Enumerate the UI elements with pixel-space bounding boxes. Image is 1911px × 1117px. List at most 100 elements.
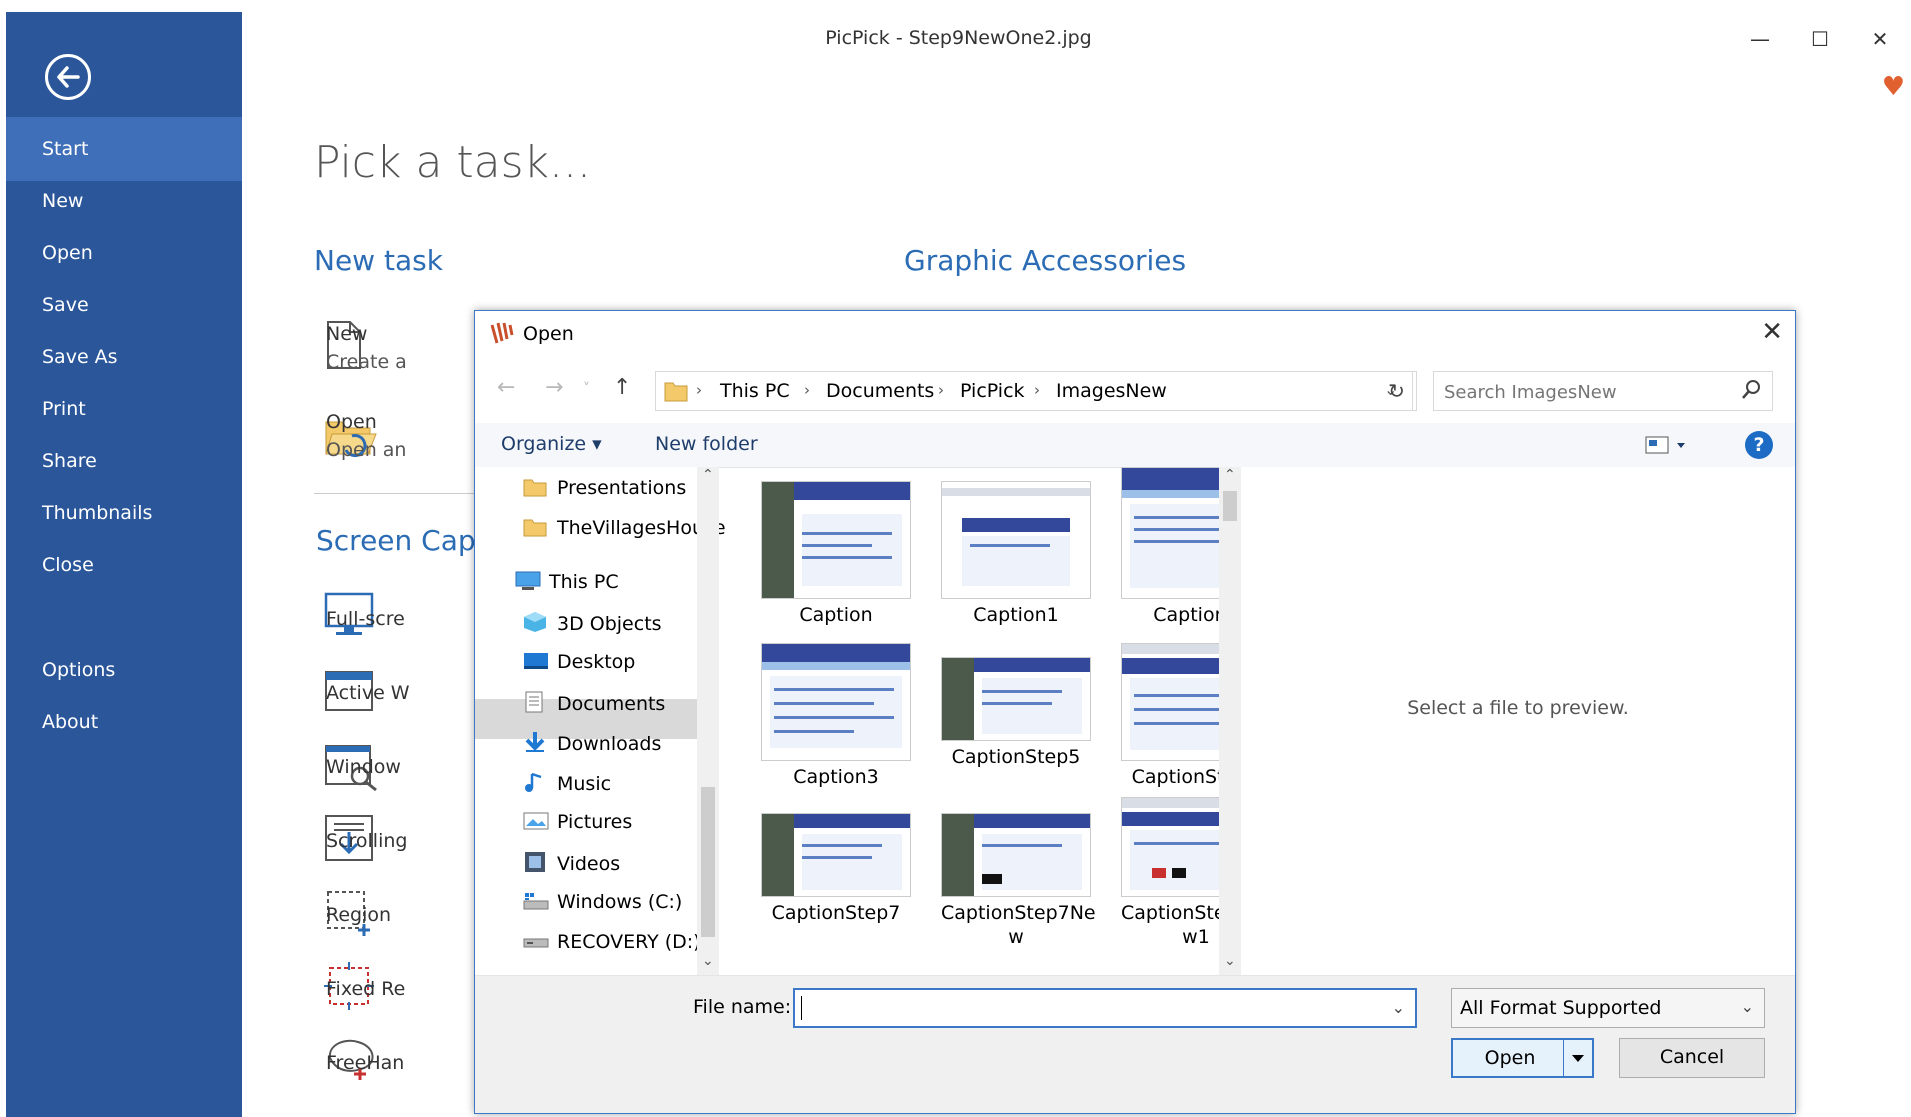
task-freehand[interactable]: FreeHan xyxy=(326,1052,404,1074)
file-thumbnail xyxy=(761,643,911,761)
file-label: Caption3 xyxy=(793,766,879,788)
file-thumbnail xyxy=(761,813,911,897)
breadcrumb-this-pc[interactable]: This PC xyxy=(720,380,790,402)
scroll-down-icon[interactable]: ⌄ xyxy=(702,953,714,969)
tree-item-windows-c[interactable]: Windows (C:) xyxy=(523,891,682,913)
tree-item-recovery-d[interactable]: RECOVERY (D:) xyxy=(523,931,701,953)
drive-icon xyxy=(523,891,549,911)
file-item[interactable]: Caption xyxy=(761,481,911,627)
breadcrumb-separator: › xyxy=(1034,381,1040,399)
divider xyxy=(314,493,484,494)
videos-icon xyxy=(523,851,547,872)
pictures-icon xyxy=(523,811,549,831)
task-window-control[interactable]: Window xyxy=(326,756,401,778)
chevron-down-icon[interactable]: ⌄ xyxy=(1392,998,1405,1017)
file-item[interactable]: Caption1 xyxy=(941,481,1091,627)
file-label: CaptionStep5 xyxy=(951,746,1081,768)
tree-item-3d-objects[interactable]: 3D Objects xyxy=(523,611,662,635)
file-thumbnail xyxy=(941,813,1091,897)
minimize-button[interactable]: — xyxy=(1740,24,1780,54)
search-input[interactable] xyxy=(1442,378,1726,406)
dialog-close-button[interactable]: ✕ xyxy=(1761,317,1783,347)
recent-locations-button[interactable]: ˅ xyxy=(583,381,590,397)
file-type-select[interactable]: All Format Supported ⌄ xyxy=(1451,988,1765,1028)
tree-item-desktop[interactable]: Desktop xyxy=(523,651,635,673)
task-full-screen[interactable]: Full-scre xyxy=(326,608,405,630)
open-button[interactable]: Open xyxy=(1451,1038,1594,1078)
file-item[interactable]: CaptionStep7Ne w xyxy=(941,813,1096,949)
open-button-label: Open xyxy=(1484,1047,1536,1069)
sidebar-item-about[interactable]: About xyxy=(6,690,242,754)
file-scroll-thumb[interactable] xyxy=(1223,491,1237,521)
task-scrolling[interactable]: Scrolling xyxy=(326,830,407,852)
scroll-down-icon[interactable]: ⌄ xyxy=(1224,953,1236,969)
heart-icon[interactable]: ♥ xyxy=(1882,72,1905,102)
search-icon[interactable] xyxy=(1740,378,1762,402)
file-name-field[interactable]: ⌄ xyxy=(793,988,1417,1028)
download-icon xyxy=(523,731,547,752)
tree-item-pictures[interactable]: Pictures xyxy=(523,811,632,833)
forward-nav-button[interactable]: → xyxy=(545,375,563,400)
tree-item-presentations[interactable]: Presentations xyxy=(523,477,686,499)
refresh-button[interactable]: ↻ xyxy=(1377,371,1417,411)
task-active-window[interactable]: Active W xyxy=(326,682,410,704)
address-bar[interactable]: › This PC › Documents › PicPick › Images… xyxy=(655,371,1413,411)
tree-item-videos[interactable]: Videos xyxy=(523,851,620,875)
sidebar-item-close[interactable]: Close xyxy=(6,533,242,597)
picpick-logo-icon xyxy=(490,322,514,344)
task-fixed-region[interactable]: Fixed Re xyxy=(326,978,405,1000)
change-view-icon[interactable] xyxy=(1645,435,1691,455)
task-open[interactable]: Open Open an xyxy=(326,408,406,464)
drive-icon xyxy=(523,931,549,951)
tree-item-downloads[interactable]: Downloads xyxy=(523,731,661,755)
tree-item-music[interactable]: Music xyxy=(523,771,611,795)
file-item[interactable]: CaptionStep7 xyxy=(761,813,911,925)
task-open-subtitle: Open an xyxy=(326,439,407,461)
tree-item-thevillageshouse[interactable]: TheVillagesHouse xyxy=(523,517,726,539)
file-item[interactable]: CaptionStep5 xyxy=(941,657,1091,769)
open-split-arrow[interactable] xyxy=(1563,1040,1592,1076)
dialog-title: Open xyxy=(523,323,574,345)
cube-icon xyxy=(523,611,547,632)
tree-item-documents[interactable]: Documents xyxy=(523,691,665,715)
breadcrumb-imagesnew[interactable]: ImagesNew xyxy=(1056,380,1167,402)
scroll-up-icon[interactable]: ⌃ xyxy=(702,467,714,483)
close-button[interactable]: ✕ xyxy=(1860,24,1900,54)
dialog-footer: File name: ⌄ All Format Supported ⌄ Open… xyxy=(475,975,1795,1113)
breadcrumb-picpick[interactable]: PicPick xyxy=(960,380,1025,402)
tree-item-this-pc[interactable]: This PC xyxy=(515,571,619,593)
cancel-button[interactable]: Cancel xyxy=(1619,1038,1765,1078)
task-region[interactable]: Region xyxy=(326,904,391,926)
new-folder-button[interactable]: New folder xyxy=(655,433,758,455)
page-title: Pick a task... xyxy=(314,137,591,188)
window-title: PicPick - Step9NewOne2.jpg xyxy=(825,27,1092,49)
scroll-up-icon[interactable]: ⌃ xyxy=(1224,467,1236,483)
help-button[interactable]: ? xyxy=(1745,431,1773,459)
up-folder-button[interactable]: ↑ xyxy=(613,375,631,400)
arrow-left-icon xyxy=(57,66,80,88)
file-item[interactable]: Caption3 xyxy=(761,643,911,789)
chevron-down-icon[interactable]: ⌄ xyxy=(1741,997,1754,1016)
tree-scrollbar[interactable]: ⌃ ⌄ xyxy=(697,467,719,975)
back-button[interactable] xyxy=(45,54,91,100)
preview-text: Select a file to preview. xyxy=(1407,697,1629,719)
desktop-icon xyxy=(523,651,548,671)
navigation-pane: Presentations TheVillagesHouse This PC 3… xyxy=(475,467,726,975)
file-name-input[interactable] xyxy=(801,996,1365,1022)
search-box[interactable] xyxy=(1433,371,1773,411)
file-type-value: All Format Supported xyxy=(1460,997,1662,1019)
maximize-button[interactable]: ☐ xyxy=(1800,24,1840,54)
breadcrumb-documents[interactable]: Documents xyxy=(826,380,934,402)
tree-scroll-thumb[interactable] xyxy=(701,787,715,937)
file-label: Caption1 xyxy=(973,604,1059,626)
file-list-scrollbar[interactable]: ⌃ ⌄ xyxy=(1219,467,1241,975)
back-nav-button[interactable]: ← xyxy=(497,375,515,400)
preview-pane: Select a file to preview. xyxy=(1241,467,1795,975)
folder-icon xyxy=(523,477,547,497)
folder-icon xyxy=(664,382,688,402)
task-new[interactable]: New Create a xyxy=(326,320,407,376)
organize-button[interactable]: Organize ▾ xyxy=(501,433,602,455)
file-label: CaptionStep7 xyxy=(771,902,901,924)
file-thumbnail xyxy=(941,481,1091,599)
folder-icon xyxy=(523,517,547,537)
